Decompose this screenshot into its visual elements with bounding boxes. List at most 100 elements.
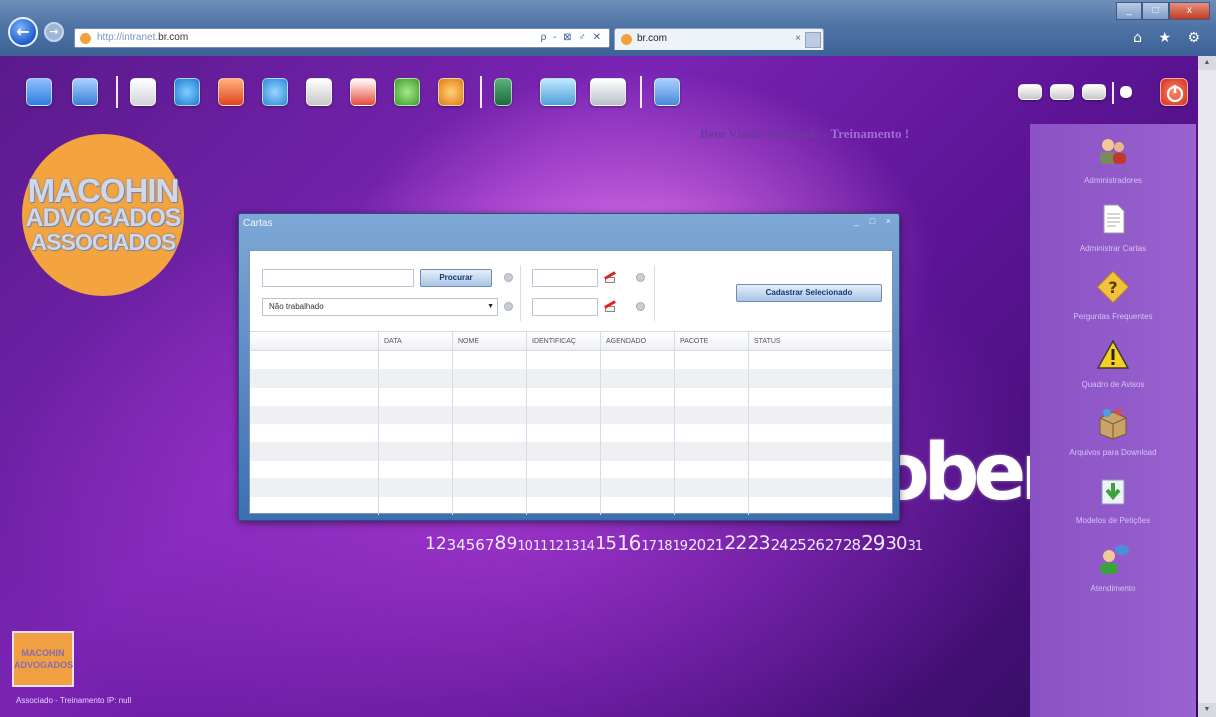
sidebar-item-modelos-de-peticoes[interactable]: Modelos de Petições (1030, 474, 1196, 540)
new-tab-button[interactable] (805, 32, 821, 48)
window-single-icon[interactable] (1120, 86, 1132, 98)
calendar-icon[interactable] (602, 270, 618, 284)
fire-icon[interactable] (438, 78, 464, 106)
browser-tools[interactable]: ⌂ ★ ⚙ (1133, 30, 1206, 46)
calendar-day: 4 (456, 536, 465, 554)
table-row[interactable] (250, 460, 892, 479)
company-logo-small: MACOHIN ADVOGADOS (12, 631, 74, 687)
status-radio[interactable] (504, 302, 513, 311)
table-row[interactable] (250, 442, 892, 461)
column-divider (526, 351, 527, 515)
power-icon[interactable] (1160, 78, 1188, 106)
sidebar-item-atendimento[interactable]: Atendimento (1030, 542, 1196, 608)
status-select[interactable]: Não trabalhado ▼ (262, 298, 498, 316)
col-agendado[interactable]: AGENDADO (600, 332, 674, 352)
table-row[interactable] (250, 405, 892, 425)
window-cascade-icon[interactable] (1018, 84, 1042, 100)
calendar-day: 7 (484, 536, 494, 554)
forward-button[interactable]: → (44, 22, 64, 42)
search-radio[interactable] (504, 273, 513, 282)
window-grid-icon[interactable] (1082, 84, 1106, 100)
page-scrollbar[interactable]: ▲ ▼ (1198, 56, 1216, 717)
address-tools[interactable]: ρ - ⊠ ♂ ✕ (541, 29, 603, 47)
letter-icon[interactable] (130, 78, 156, 106)
column-divider (674, 351, 675, 515)
window-controls: _ □ x (1116, 2, 1210, 20)
calendar-days-strip: 1 2 3 4 5 6 7 8 9 10 11 12 13 14 15 16 17 18 19 20 21 22 23 24 2… (425, 527, 923, 553)
dialog-body: Procurar Não trabalhado ▼ Cadastrar Sele… (249, 250, 893, 516)
sidebar: Administradores Administrar Cartas ? Per… (1030, 124, 1196, 717)
back-button[interactable]: ← (8, 17, 38, 47)
date-from-input[interactable] (532, 269, 598, 287)
search-input[interactable] (262, 269, 414, 287)
sidebar-item-perguntas-frequentes[interactable]: ? Perguntas Frequentes (1030, 270, 1196, 336)
date-from-radio[interactable] (636, 273, 645, 282)
maximize-button[interactable]: □ (1142, 2, 1169, 20)
address-bar[interactable]: http://intranet.br.com ρ - ⊠ ♂ ✕ (74, 28, 610, 48)
table-row[interactable] (250, 497, 892, 516)
calendar-icon[interactable] (602, 299, 618, 313)
report-icon[interactable] (654, 78, 680, 106)
table-row[interactable] (250, 369, 892, 388)
sidebar-item-administrar-cartas[interactable]: Administrar Cartas (1030, 202, 1196, 268)
edit-icon[interactable] (306, 78, 332, 106)
document-edit-icon[interactable] (72, 78, 98, 106)
status-line: Associado - Treinamento IP: null (16, 696, 132, 705)
users-icon (1100, 139, 1126, 164)
welcome-user: Treinamento ! (830, 126, 910, 141)
register-selected-button[interactable]: Cadastrar Selecionado (736, 284, 882, 302)
col-nome[interactable]: NOME (452, 332, 526, 352)
calendar-day: 31 (907, 539, 923, 554)
col-data[interactable]: DATA (378, 332, 452, 352)
url-host: br.com (158, 32, 189, 43)
table-row[interactable] (250, 387, 892, 406)
search-button[interactable]: Procurar (420, 269, 492, 287)
sidebar-item-label: Atendimento (1090, 584, 1136, 593)
scroll-up-button[interactable]: ▲ (1198, 56, 1216, 70)
calendar-day: 19 (672, 539, 689, 554)
minimize-button[interactable]: _ (1116, 2, 1143, 20)
col-identificacao[interactable]: IDENTIFICAÇ (526, 332, 600, 352)
tab-close-icon[interactable]: × (795, 29, 801, 49)
close-window-button[interactable]: x (1168, 2, 1210, 20)
sidebar-item-arquivos-para-download[interactable]: Arquivos para Download (1030, 406, 1196, 472)
calendar-day: 12 (548, 539, 564, 554)
refresh-icon[interactable] (174, 78, 200, 106)
alert-icon[interactable] (218, 78, 244, 106)
help-icon: ? (1096, 270, 1130, 304)
database-icon[interactable] (494, 78, 512, 106)
table-row[interactable] (250, 424, 892, 443)
screen-icon[interactable] (540, 78, 576, 106)
scroll-down-button[interactable]: ▼ (1198, 703, 1216, 717)
date-to-input[interactable] (532, 298, 598, 316)
download-folder-icon (1101, 479, 1125, 505)
browser-tab[interactable]: br.com × (614, 28, 824, 50)
table-row[interactable] (250, 478, 892, 497)
calendar-day: 6 (475, 536, 484, 554)
sidebar-item-quadro-de-avisos[interactable]: Quadro de Avisos (1030, 338, 1196, 404)
calendar-day: 18 (656, 539, 673, 554)
delete-icon[interactable] (350, 78, 376, 106)
money-icon[interactable] (394, 78, 420, 106)
dialog-title: Cartas (243, 218, 273, 229)
logo-small-line-1: MACOHIN (21, 648, 65, 658)
table-header: DATA NOME IDENTIFICAÇ AGENDADO PACOTE ST… (250, 331, 892, 352)
calendar-month-watermark: ober (876, 428, 1059, 518)
col-pacote[interactable]: PACOTE (674, 332, 748, 352)
url-host-gray: intranet. (122, 32, 159, 43)
sidebar-item-label: Arquivos para Download (1069, 448, 1157, 457)
col-select[interactable] (250, 332, 378, 352)
col-status[interactable]: STATUS (748, 332, 892, 352)
table-row[interactable] (250, 351, 892, 370)
calendar-day: 30 (885, 533, 908, 554)
check-icon[interactable] (262, 78, 288, 106)
dialog-window-controls[interactable]: _ □ × (854, 216, 895, 226)
copy-icon[interactable] (590, 78, 626, 106)
date-to-radio[interactable] (636, 302, 645, 311)
calendar-day: 14 (579, 539, 596, 554)
document-list-icon[interactable] (26, 78, 52, 106)
window-tile-icon[interactable] (1050, 84, 1074, 100)
calendar-day: 23 (747, 532, 770, 554)
sidebar-item-administradores[interactable]: Administradores (1030, 134, 1196, 200)
box-icon (1099, 409, 1127, 440)
